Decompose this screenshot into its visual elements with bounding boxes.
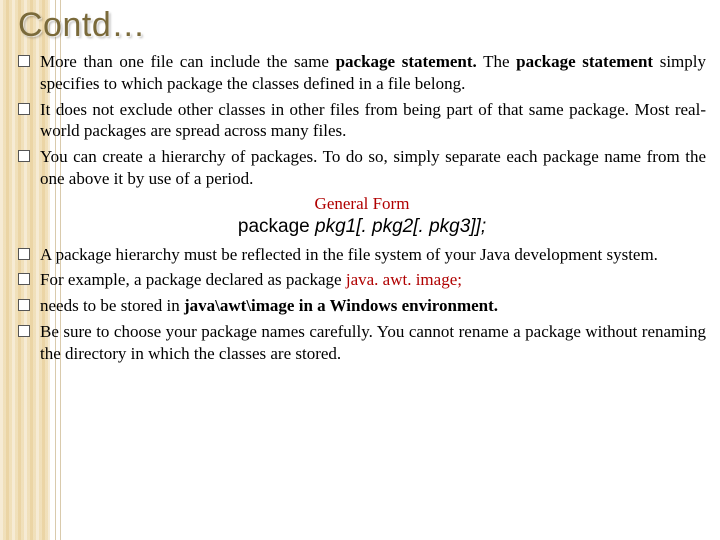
general-form-label: General Form	[18, 194, 706, 214]
package-keyword: package	[238, 216, 310, 237]
list-item: It does not exclude other classes in oth…	[40, 99, 706, 143]
slide-title: Contd…	[18, 6, 706, 45]
list-item: You can create a hierarchy of packages. …	[40, 146, 706, 190]
package-args: pkg1[. pkg2[. pkg3]];	[315, 216, 486, 237]
list-item: A package hierarchy must be reflected in…	[40, 244, 706, 266]
package-syntax-line: package pkg1[. pkg2[. pkg3]];	[18, 216, 706, 238]
list-item: More than one file can include the same …	[40, 51, 706, 95]
bullet-list-top: More than one file can include the same …	[18, 51, 706, 190]
list-item: Be sure to choose your package names car…	[40, 321, 706, 365]
list-item: For example, a package declared as packa…	[40, 269, 706, 291]
list-item: needs to be stored in java\awt\image in …	[40, 295, 706, 317]
bullet-list-bottom: A package hierarchy must be reflected in…	[18, 244, 706, 365]
slide-content: Contd… More than one file can include th…	[0, 0, 720, 364]
